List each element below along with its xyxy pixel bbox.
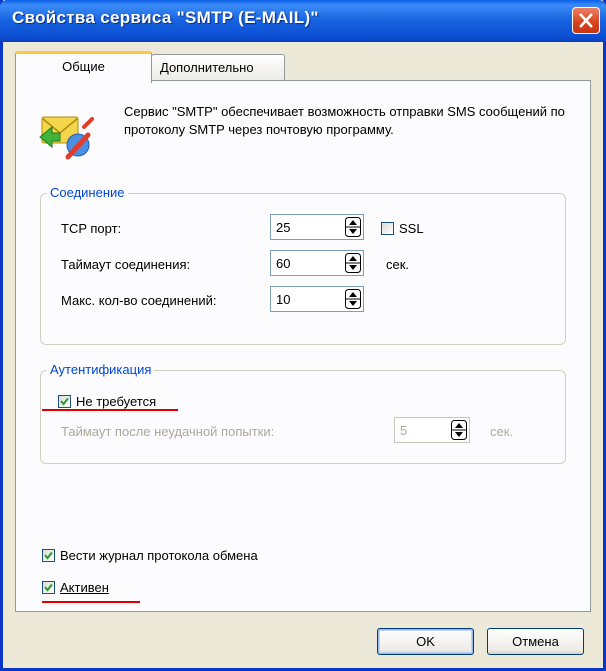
tcp-port-value: 25 bbox=[276, 220, 291, 235]
tab-panel-general: Сервис "SMTP" обеспечивает возможность о… bbox=[15, 80, 591, 612]
tab-general[interactable]: Общие bbox=[15, 51, 152, 83]
retry-timeout-unit: сек. bbox=[490, 424, 514, 439]
spinner-arrows-icon[interactable] bbox=[345, 289, 361, 309]
window-title: Свойства сервиса "SMTP (E-MAIL)" bbox=[12, 8, 319, 27]
max-connections-value: 10 bbox=[276, 292, 291, 307]
connection-timeout-label: Таймаут соединения: bbox=[61, 257, 191, 272]
close-icon bbox=[579, 13, 593, 28]
spinner-arrows-icon[interactable] bbox=[451, 420, 467, 440]
tcp-port-spinner[interactable]: 25 bbox=[270, 214, 364, 240]
checkmark-icon bbox=[60, 397, 69, 406]
connection-group-title: Соединение bbox=[47, 185, 128, 200]
checkmark-icon bbox=[44, 551, 53, 560]
ssl-label: SSL bbox=[399, 221, 424, 236]
spinner-arrows-icon[interactable] bbox=[345, 253, 361, 273]
checkmark-icon bbox=[44, 583, 53, 592]
tcp-port-label: TCP порт: bbox=[61, 221, 122, 236]
auth-highlight-underline bbox=[42, 409, 178, 411]
connection-timeout-value: 60 bbox=[276, 256, 291, 271]
max-connections-spinner[interactable]: 10 bbox=[270, 286, 364, 312]
close-button[interactable] bbox=[572, 7, 600, 34]
title-bar[interactable]: Свойства сервиса "SMTP (E-MAIL)" bbox=[0, 0, 606, 42]
active-checkbox[interactable] bbox=[42, 581, 55, 594]
active-highlight-underline bbox=[42, 601, 140, 603]
ok-button[interactable]: OK bbox=[377, 628, 474, 655]
max-connections-label: Макс. кол-во соединений: bbox=[61, 293, 217, 308]
retry-timeout-label: Таймаут после неудачной попытки: bbox=[61, 424, 275, 439]
connection-group: Соединение TCP порт: 25 SSL Таймаут соед… bbox=[40, 185, 566, 345]
auth-not-required-label: Не требуется bbox=[76, 394, 157, 409]
log-exchange-label: Вести журнал протокола обмена bbox=[60, 548, 258, 563]
service-description: Сервис "SMTP" обеспечивает возможность о… bbox=[124, 104, 565, 137]
spinner-arrows-icon[interactable] bbox=[345, 217, 361, 237]
tab-advanced[interactable]: Дополнительно bbox=[151, 54, 285, 80]
auth-not-required-checkbox[interactable] bbox=[58, 395, 71, 408]
active-label: Активен bbox=[60, 580, 109, 595]
authentication-group: Аутентификация Не требуется Таймаут посл… bbox=[40, 362, 566, 464]
log-exchange-checkbox[interactable] bbox=[42, 549, 55, 562]
retry-timeout-spinner[interactable]: 5 bbox=[394, 417, 470, 443]
connection-timeout-unit: сек. bbox=[386, 257, 410, 272]
connection-timeout-spinner[interactable]: 60 bbox=[270, 250, 364, 276]
cancel-button[interactable]: Отмена bbox=[487, 628, 584, 655]
ssl-checkbox[interactable] bbox=[381, 222, 394, 235]
authentication-group-title: Аутентификация bbox=[47, 362, 155, 377]
dialog-window: Свойства сервиса "SMTP (E-MAIL)" Общие Д… bbox=[0, 0, 606, 671]
smtp-service-icon bbox=[39, 116, 94, 160]
retry-timeout-value: 5 bbox=[400, 423, 408, 438]
